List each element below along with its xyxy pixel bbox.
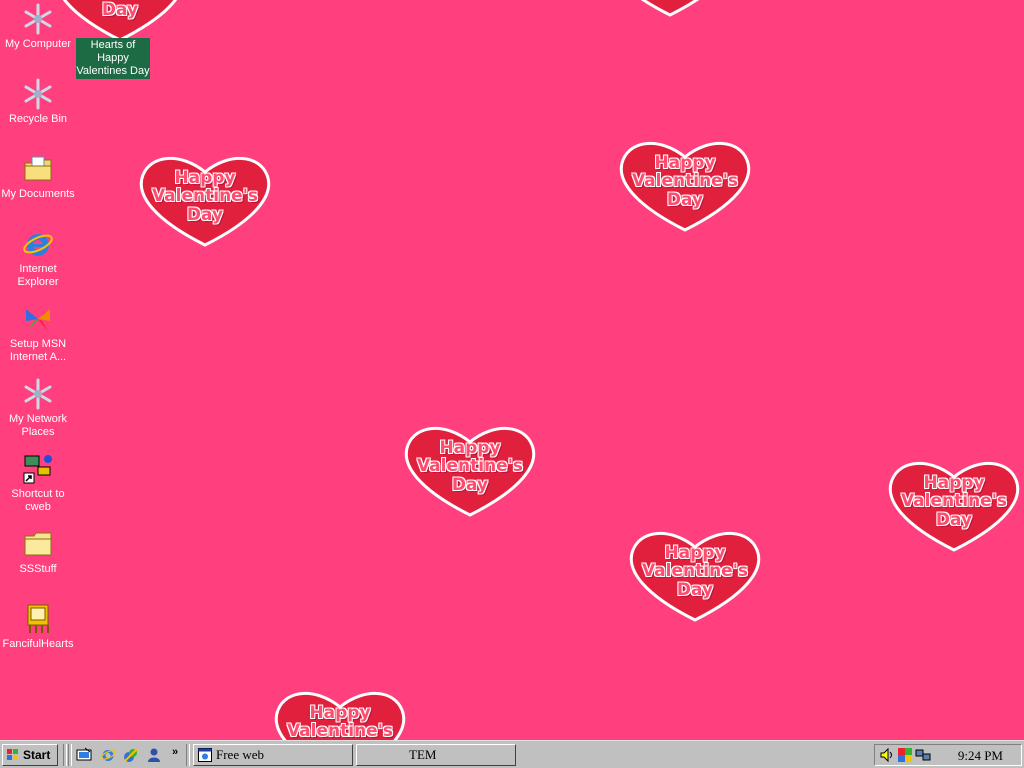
taskbar-separator bbox=[63, 744, 67, 766]
task-label: TEM bbox=[409, 747, 437, 762]
messenger-icon[interactable] bbox=[146, 747, 162, 763]
selected-desktop-item[interactable]: Hearts of Happy Valentines Day bbox=[76, 38, 150, 79]
folder-icon bbox=[24, 532, 52, 556]
desktop-icon-label: Recycle Bin bbox=[8, 113, 68, 125]
system-tray: 9:24 PM bbox=[874, 744, 1022, 766]
start-button[interactable]: Start bbox=[2, 744, 58, 766]
internet-explorer-icon[interactable] bbox=[100, 747, 116, 763]
snowflake-icon bbox=[24, 378, 52, 410]
network-shortcut-icon bbox=[23, 455, 52, 484]
network-connection-icon[interactable] bbox=[915, 747, 931, 763]
taskbar-task-button[interactable]: TEM bbox=[356, 744, 516, 766]
browser-window-icon bbox=[198, 748, 212, 762]
valentine-heart: Happy Valentine's Day bbox=[615, 135, 755, 235]
valentine-heart: Happy Valentine's Day bbox=[884, 455, 1024, 555]
desktop-icon-recycle-bin[interactable]: Recycle Bin bbox=[0, 78, 76, 126]
winzip-icon bbox=[27, 604, 49, 633]
desktop-icon-label: My Documents bbox=[1, 188, 75, 200]
desktop-icon-label: My Computer bbox=[4, 38, 72, 50]
windows-logo-icon bbox=[7, 749, 18, 760]
desktop-icon-internet-explorer[interactable]: Internet Explorer bbox=[0, 228, 76, 289]
snowflake-icon bbox=[24, 3, 52, 35]
desktop-icon-my-documents[interactable]: My Documents bbox=[0, 153, 76, 201]
desktop-icon-label: FancifulHearts bbox=[2, 638, 74, 650]
internet-explorer-icon bbox=[23, 234, 53, 256]
folder-documents-icon bbox=[24, 156, 52, 181]
desktop-icon-label: Setup MSN Internet A... bbox=[9, 338, 67, 363]
tray-app-icon[interactable] bbox=[897, 747, 913, 763]
start-label: Start bbox=[23, 748, 51, 762]
desktop-icon-label: My Network Places bbox=[8, 413, 68, 438]
outlook-express-icon[interactable] bbox=[123, 747, 139, 763]
desktop[interactable]: Happy Valentine's Day Happy Valentine's … bbox=[0, 0, 1024, 740]
snowflake-icon bbox=[24, 78, 52, 110]
quick-launch-more-chevron-icon[interactable]: » bbox=[172, 746, 178, 758]
taskbar-clock[interactable]: 9:24 PM bbox=[958, 748, 1003, 764]
volume-speaker-icon[interactable] bbox=[879, 747, 895, 763]
desktop-icon-my-computer[interactable]: My Computer bbox=[0, 3, 76, 51]
desktop-icon-fanciful-hearts[interactable]: FancifulHearts bbox=[0, 603, 76, 651]
selected-item-label: Hearts of Happy Valentines Day bbox=[76, 39, 150, 77]
desktop-icon-setup-msn[interactable]: Setup MSN Internet A... bbox=[0, 303, 76, 364]
show-desktop-icon[interactable] bbox=[76, 747, 92, 763]
valentine-heart: Happy Valentine's Day bbox=[400, 420, 540, 520]
valentine-heart: Happy Valentine's bbox=[270, 685, 410, 740]
desktop-icon-label: Internet Explorer bbox=[17, 263, 59, 288]
desktop-icon-label: Shortcut to cweb bbox=[11, 488, 65, 513]
valentine-heart: Happy Valentine's Day bbox=[625, 525, 765, 625]
valentine-heart: Happy Valentine's Day bbox=[135, 150, 275, 250]
desktop-icon-label: SSStuff bbox=[19, 563, 57, 575]
desktop-icon-shortcut-cweb[interactable]: Shortcut to cweb bbox=[0, 453, 76, 514]
taskbar: Start » Free web TEM 9:24 PM bbox=[0, 740, 1024, 768]
desktop-icon-ssstuff[interactable]: SSStuff bbox=[0, 528, 76, 576]
valentine-heart: Happy Valentine's Day bbox=[600, 0, 740, 20]
taskbar-separator bbox=[186, 744, 190, 766]
taskbar-grip[interactable] bbox=[68, 744, 72, 766]
task-label: Free web bbox=[216, 747, 265, 762]
msn-butterfly-icon bbox=[26, 309, 50, 331]
taskbar-task-button[interactable]: Free web bbox=[193, 744, 353, 766]
desktop-icon-my-network-places[interactable]: My Network Places bbox=[0, 378, 76, 439]
